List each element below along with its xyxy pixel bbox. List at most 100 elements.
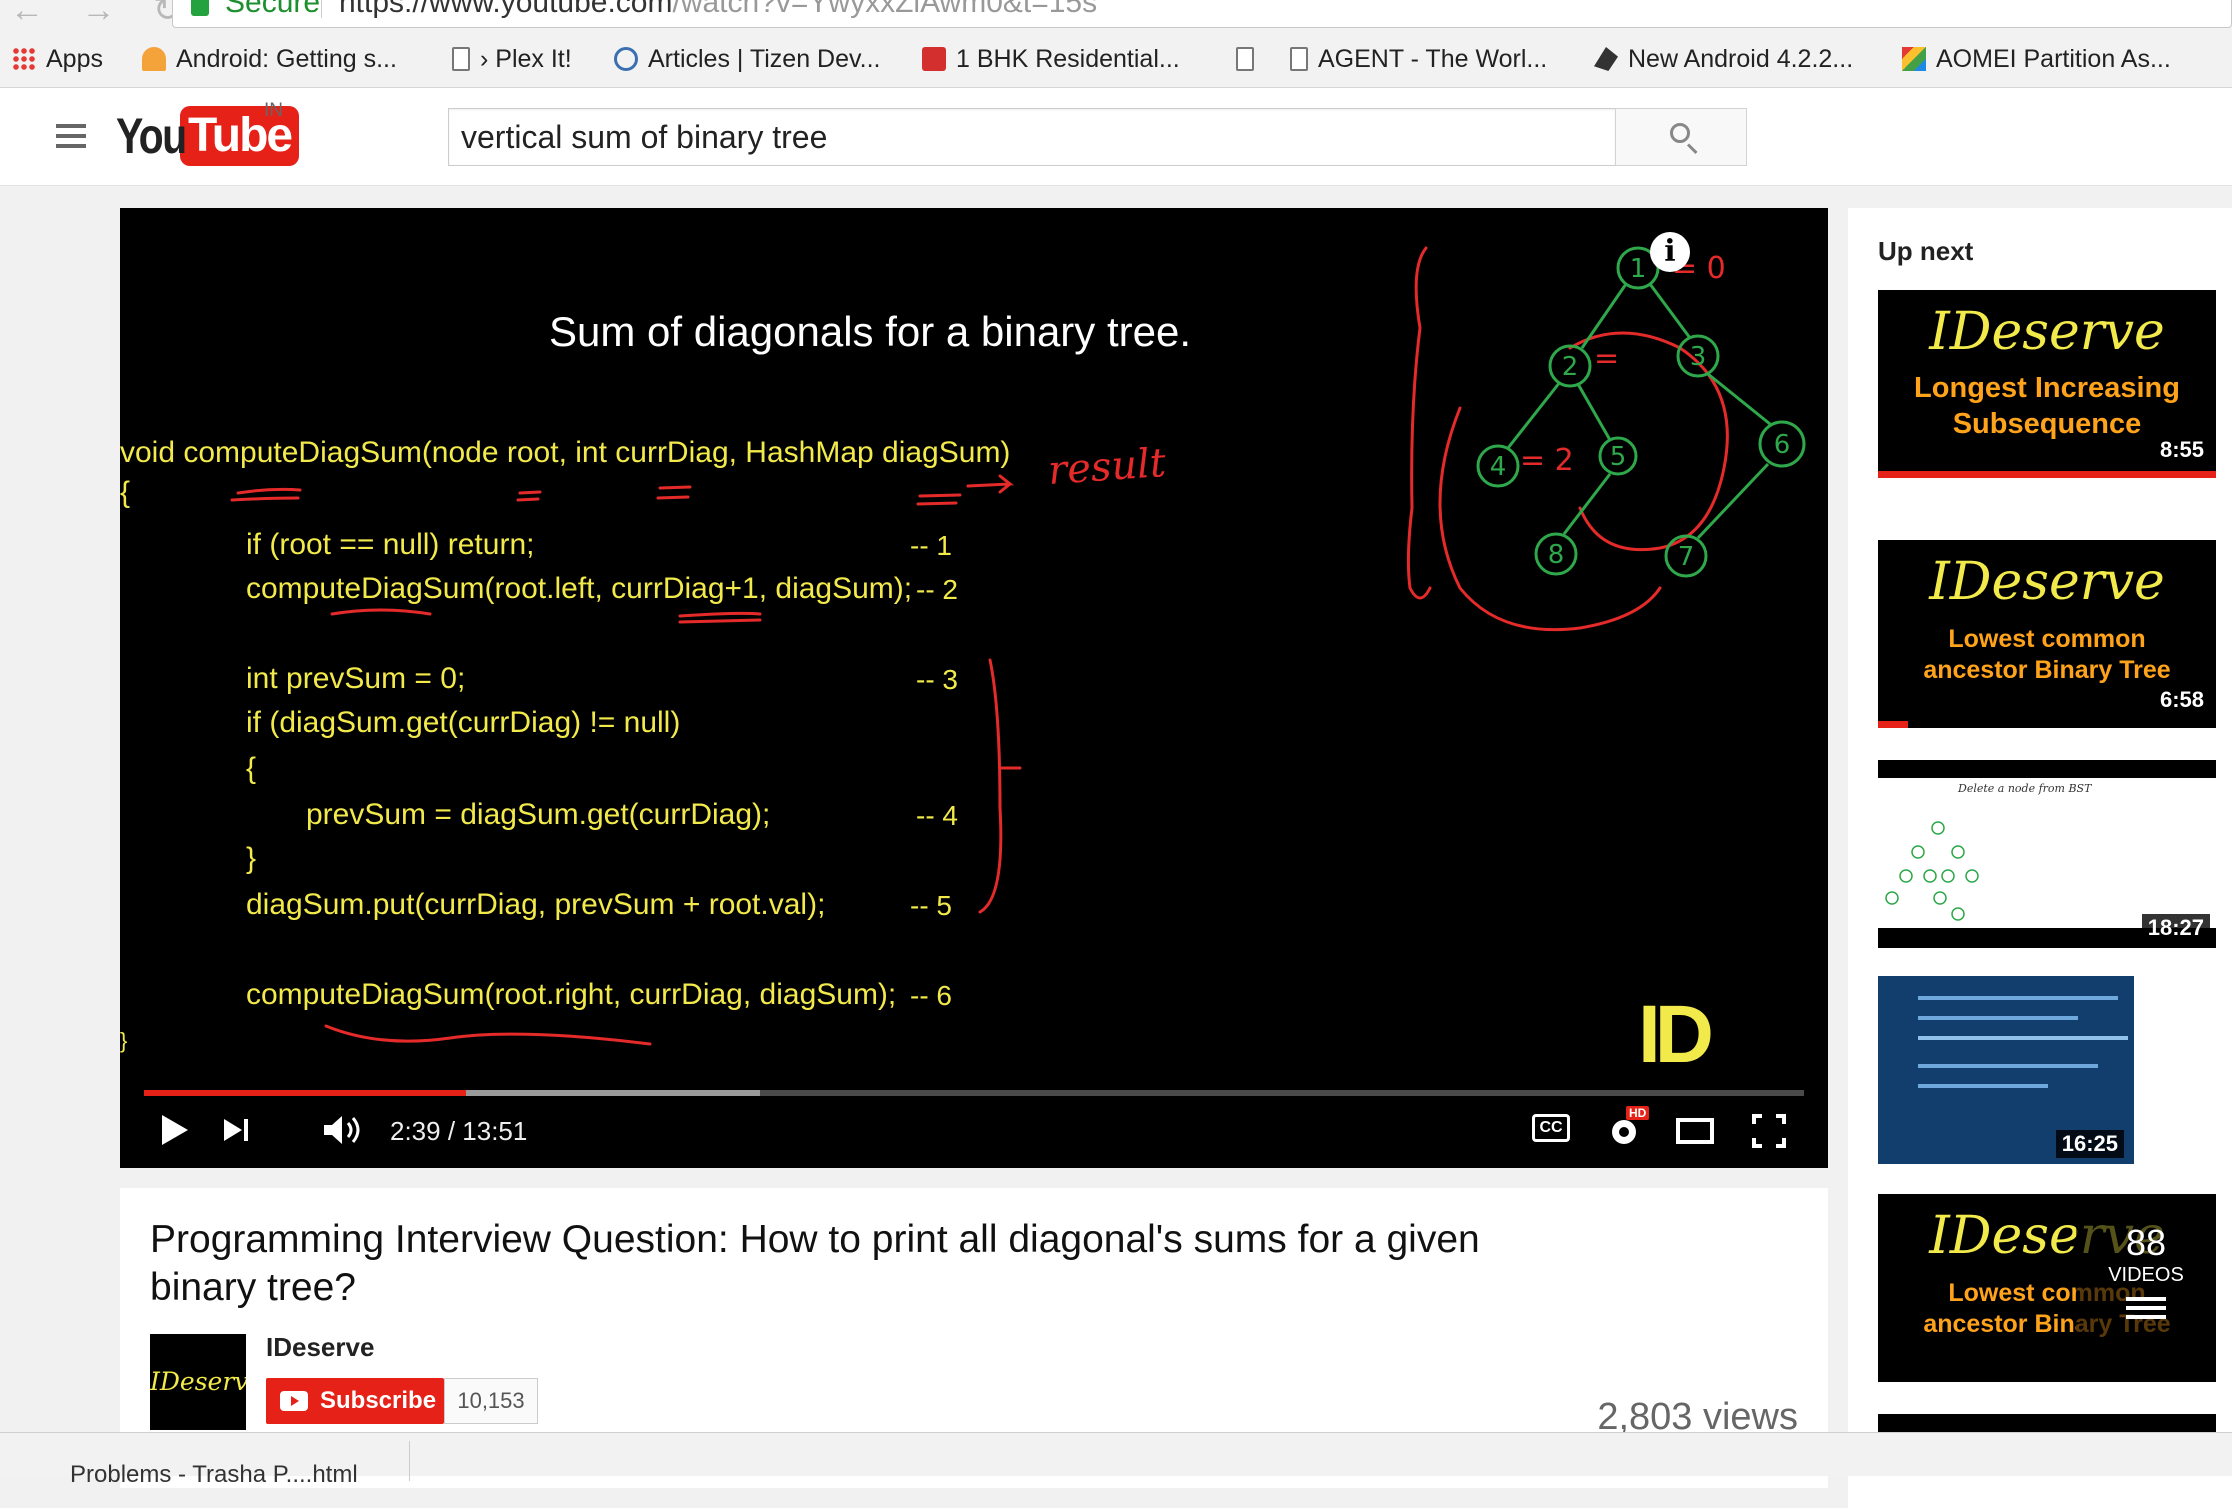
magicbricks-icon [922, 47, 946, 71]
bookmark-label: AGENT - The Worl... [1318, 44, 1548, 73]
bookmark-plex[interactable]: › Plex It! [452, 42, 572, 76]
playlist-icon [2126, 1297, 2166, 1319]
channel-name[interactable]: IDeserve [266, 1332, 374, 1363]
menu-icon[interactable] [56, 124, 86, 148]
playlist-overlay: 88 VIDEOS [2076, 1194, 2216, 1382]
subscribe-label: Subscribe [320, 1387, 437, 1414]
android-dev-icon [142, 47, 166, 71]
captions-button[interactable]: CC [1532, 1114, 1570, 1142]
url-host: https://www.youtube.com [339, 0, 673, 19]
bookmark-label: Articles | Tizen Dev... [648, 44, 881, 73]
bookmark-tizen[interactable]: Articles | Tizen Dev... [614, 42, 880, 76]
url-text[interactable]: https://www.youtube.com/watch?v=YwyxxZlA… [339, 0, 1097, 20]
search-input[interactable]: vertical sum of binary tree [448, 108, 1616, 166]
bookmark-residential[interactable]: 1 BHK Residential... [922, 42, 1180, 76]
bookmark-label: Apps [46, 44, 103, 73]
download-bar: Problems - Trasha P....html [0, 1432, 2232, 1488]
progress-bar[interactable] [144, 1090, 1804, 1096]
xda-icon [1594, 47, 1618, 71]
channel-avatar[interactable]: IDeserve [150, 1334, 246, 1430]
playlist-label: VIDEOS [2108, 1264, 2184, 1286]
logo-you: You [116, 108, 187, 164]
volume-icon [324, 1116, 360, 1144]
youtube-masthead: You Tube IN vertical sum of binary tree [0, 88, 2232, 186]
bookmark-android-422[interactable]: New Android 4.2.2... [1594, 42, 1853, 76]
logo-region: IN [264, 100, 283, 121]
address-bar[interactable]: Secure https://www.youtube.com/watch?v=Y… [172, 0, 2232, 28]
next-button[interactable] [222, 1113, 252, 1152]
bookmark-label: Android: Getting s... [176, 44, 397, 73]
bookmark-untitled[interactable] [1236, 42, 1264, 76]
secure-label: Secure [225, 0, 321, 19]
fullscreen-icon [1752, 1114, 1786, 1148]
apps-grid-icon [12, 47, 36, 71]
bookmark-label: New Android 4.2.2... [1628, 44, 1854, 73]
video-duration: 16:25 [2055, 1130, 2124, 1158]
download-item[interactable]: Problems - Trasha P....html [0, 1441, 410, 1488]
tree-node: 7 [1678, 542, 1695, 572]
video-duration: 6:58 [2153, 686, 2210, 714]
tizen-icon [614, 47, 638, 71]
playlist-count: 88 [2125, 1222, 2167, 1263]
annotation-strokes: 1 2 3 4 5 6 8 7 = 0 = = 2 [230, 246, 1806, 1046]
bookmark-aomei[interactable]: AOMEI Partition As... [1902, 42, 2171, 76]
volume-button[interactable] [322, 1113, 368, 1152]
up-next-heading: Up next [1878, 236, 1974, 266]
info-button[interactable]: i [1650, 232, 1690, 272]
youtube-play-icon [280, 1391, 308, 1411]
tree-node: 5 [1610, 442, 1627, 472]
tree-label: = 2 [1520, 443, 1574, 478]
video-title: Programming Interview Question: How to p… [150, 1218, 1480, 1309]
up-next-thumbnail[interactable]: IDeserve Longest Increasing Subsequence … [1878, 290, 2216, 478]
up-next-thumbnail[interactable]: Delete a node from BST 18:27 [1878, 760, 2216, 948]
back-forward-icon[interactable]: ← → ↻ [10, 0, 195, 30]
whiteboard-preview: Delete a node from BST [1878, 778, 2216, 928]
up-next-thumbnail[interactable]: IDeserve Lowest common ancestor Binary T… [1878, 540, 2216, 728]
progress-played [144, 1090, 467, 1096]
bookmark-label: AOMEI Partition As... [1936, 44, 2171, 73]
subscriber-count: 10,153 [444, 1378, 538, 1424]
watched-progress [1878, 471, 2216, 478]
tree-node: 6 [1774, 430, 1791, 460]
current-time: 2:39 [390, 1116, 441, 1146]
video-player[interactable]: Sum of diagonals for a binary tree. void… [120, 208, 1828, 1168]
watched-progress [1878, 721, 1909, 728]
fullscreen-button[interactable] [1752, 1114, 1786, 1153]
settings-button[interactable]: HD [1606, 1106, 1650, 1155]
up-next-playlist[interactable]: IDeserve Lowest common ancestor Binary T… [1878, 1194, 2216, 1382]
bookmark-apps[interactable]: Apps [12, 42, 103, 76]
aomei-icon [1902, 47, 1926, 71]
url-divider [321, 0, 322, 18]
bookmark-android[interactable]: Android: Getting s... [142, 42, 397, 76]
thumb-brand: IDeserve [1929, 302, 2165, 362]
download-filename: Problems - Trasha P....html [70, 1461, 358, 1488]
duration: 13:51 [462, 1116, 528, 1146]
theater-mode-button[interactable] [1676, 1118, 1714, 1144]
bookmark-agent[interactable]: AGENT - The Worl... [1290, 42, 1547, 76]
youtube-logo[interactable]: You Tube IN [116, 100, 300, 166]
up-next-sidebar: Up next IDeserve Longest Increasing Subs… [1848, 208, 2232, 1508]
channel-watermark: ID [1638, 989, 1714, 1080]
thumb-title: Lowest common ancestor Binary Tree [1923, 625, 2171, 685]
tree-node: 4 [1490, 452, 1507, 482]
tree-node: 8 [1548, 540, 1565, 570]
tree-node: 1 [1630, 254, 1647, 284]
next-icon [224, 1119, 242, 1141]
page-icon [452, 47, 470, 71]
thumb-title: Longest Increasing Subsequence [1914, 372, 2180, 441]
bookmarks-bar: Apps Android: Getting s... › Plex It! Ar… [0, 30, 2232, 88]
tree-node: 3 [1690, 342, 1707, 372]
search-button[interactable] [1615, 108, 1747, 166]
browser-toolbar: ← → ↻ Secure https://www.youtube.com/wat… [0, 0, 2232, 30]
bookmark-label: 1 BHK Residential... [956, 44, 1180, 73]
play-button[interactable] [158, 1113, 192, 1152]
up-next-thumbnail[interactable]: 16:25 [1878, 976, 2216, 1164]
tree-label: = [1594, 341, 1619, 376]
play-icon [162, 1115, 188, 1145]
thumb-brand: IDeserve [1929, 552, 2165, 612]
subscribe-button[interactable]: Subscribe [266, 1378, 444, 1424]
video-duration: 8:55 [2153, 436, 2210, 464]
time-display: 2:39 / 13:51 [390, 1116, 528, 1146]
hd-badge: HD [1626, 1106, 1650, 1120]
bookmark-label: › Plex It! [480, 44, 572, 73]
